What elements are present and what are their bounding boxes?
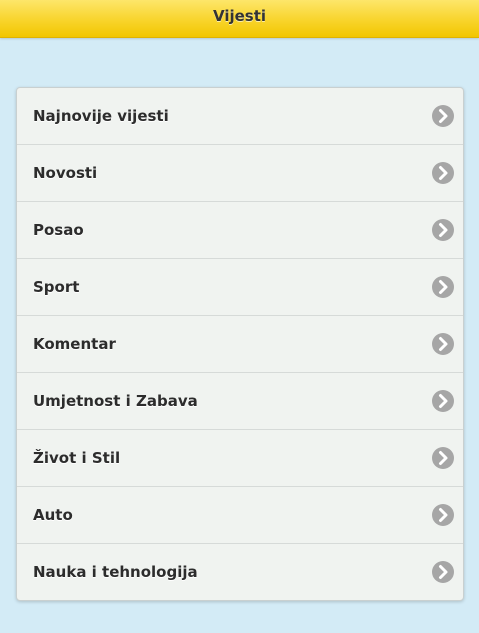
list-item-label: Novosti <box>33 164 98 182</box>
chevron-right-icon <box>432 105 454 127</box>
list-item-sport[interactable]: Sport <box>17 259 463 316</box>
list-item-label: Nauka i tehnologija <box>33 563 198 581</box>
list-item-label: Život i Stil <box>33 449 121 467</box>
list-item-posao[interactable]: Posao <box>17 202 463 259</box>
list-item-auto[interactable]: Auto <box>17 487 463 544</box>
list-item-zivot-i-stil[interactable]: Život i Stil <box>17 430 463 487</box>
list-item-label: Komentar <box>33 335 116 353</box>
list-item-komentar[interactable]: Komentar <box>17 316 463 373</box>
page-title: Vijesti <box>212 7 267 25</box>
list-item-label: Auto <box>33 506 73 524</box>
list-item-label: Najnovije vijesti <box>33 107 169 125</box>
header-bar: Vijesti <box>0 0 479 38</box>
chevron-right-icon <box>432 561 454 583</box>
chevron-right-icon <box>432 162 454 184</box>
chevron-right-icon <box>432 504 454 526</box>
list-item-najnovije-vijesti[interactable]: Najnovije vijesti <box>17 88 463 145</box>
chevron-right-icon <box>432 333 454 355</box>
chevron-right-icon <box>432 219 454 241</box>
list-item-label: Sport <box>33 278 80 296</box>
list-item-label: Posao <box>33 221 84 239</box>
list-item-nauka-i-tehnologija[interactable]: Nauka i tehnologija <box>17 544 463 600</box>
category-list: Najnovije vijesti Novosti Posao Sport Ko… <box>16 87 464 601</box>
list-item-umjetnost-i-zabava[interactable]: Umjetnost i Zabava <box>17 373 463 430</box>
chevron-right-icon <box>432 390 454 412</box>
chevron-right-icon <box>432 447 454 469</box>
list-item-label: Umjetnost i Zabava <box>33 392 198 410</box>
list-item-novosti[interactable]: Novosti <box>17 145 463 202</box>
chevron-right-icon <box>432 276 454 298</box>
